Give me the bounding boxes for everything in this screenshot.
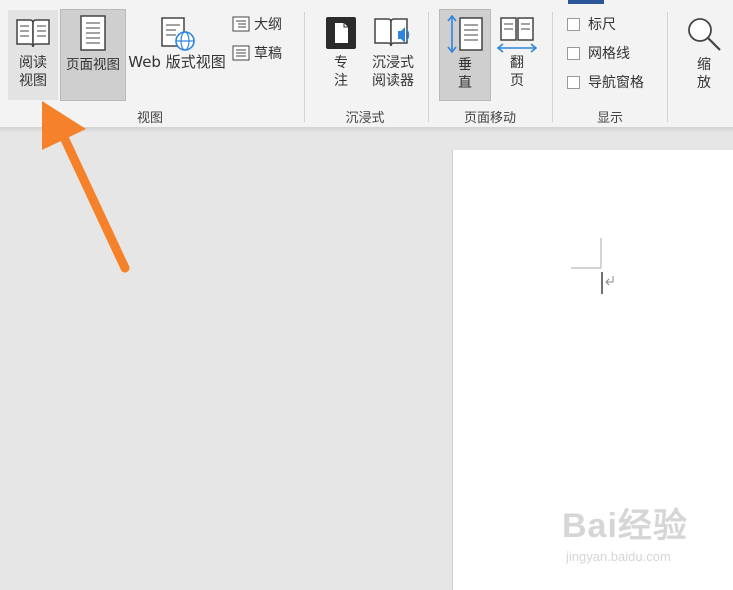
outline-button[interactable]: 大纲: [232, 14, 282, 34]
navigation-pane-checkbox-box[interactable]: [567, 75, 580, 89]
web-layout-label: Web 版式视图: [128, 53, 226, 71]
watermark-brand: Bai经验: [562, 507, 688, 545]
focus-button[interactable]: 专 注: [318, 10, 364, 100]
print-layout-button[interactable]: 页面视图: [60, 9, 126, 101]
vertical-label: 垂 直: [458, 57, 472, 91]
gridlines-checkbox[interactable]: 网格线: [567, 43, 630, 63]
immersive-group-label: 沉浸式: [345, 111, 385, 126]
draft-icon: [232, 45, 250, 61]
magnifier-icon: [688, 18, 721, 51]
book-open-icon: [16, 19, 50, 48]
immersive-reader-button[interactable]: 沉浸式 阅读器: [366, 10, 420, 100]
margin-corner-marks: [571, 238, 614, 294]
page-movement-group-label: 页面移动: [463, 111, 516, 126]
web-layout-button[interactable]: Web 版式视图: [127, 10, 227, 100]
immersive-reader-icon: [374, 18, 410, 47]
ruler-checkbox-box[interactable]: [567, 17, 580, 31]
page-icon: [80, 15, 106, 51]
immersive-reader-label: 沉浸式 阅读器: [372, 55, 414, 89]
outline-icon: [232, 16, 250, 32]
watermark-url: jingyan.baidu.com: [566, 549, 671, 564]
draft-label: 草稿: [254, 46, 282, 62]
vertical-scroll-icon: [447, 14, 483, 54]
active-tab-indicator: [568, 0, 604, 4]
vertical-button[interactable]: 垂 直: [439, 9, 491, 101]
zoom-label: 缩 放: [697, 57, 711, 91]
watermark: Bai经验 jingyan.baidu.com: [562, 498, 688, 564]
navigation-pane-label: 导航窗格: [588, 75, 644, 91]
separator: [428, 12, 429, 122]
ruler-label: 标尺: [588, 17, 616, 33]
focus-label: 专 注: [334, 55, 348, 89]
side-to-side-icon: [496, 17, 538, 53]
outline-label: 大纲: [254, 17, 282, 33]
side-to-side-label: 翻 页: [510, 55, 524, 89]
print-layout-label: 页面视图: [66, 57, 120, 73]
side-to-side-button[interactable]: 翻 页: [494, 10, 540, 100]
navigation-pane-checkbox[interactable]: 导航窗格: [567, 72, 644, 92]
show-group-label: 显示: [596, 111, 623, 126]
zoom-button[interactable]: 缩 放: [680, 10, 728, 100]
separator: [667, 12, 668, 122]
separator: [304, 12, 305, 122]
gridlines-checkbox-box[interactable]: [567, 46, 580, 60]
separator: [552, 12, 553, 122]
read-mode-label: 阅读 视图: [19, 55, 47, 89]
web-layout-icon: [161, 17, 195, 51]
focus-icon: [326, 17, 356, 49]
read-mode-button[interactable]: 阅读 视图: [8, 10, 58, 100]
ruler-checkbox[interactable]: 标尺: [567, 14, 616, 34]
gridlines-label: 网格线: [588, 46, 630, 62]
annotation-arrow-icon: [42, 101, 130, 273]
draft-button[interactable]: 草稿: [232, 43, 282, 63]
